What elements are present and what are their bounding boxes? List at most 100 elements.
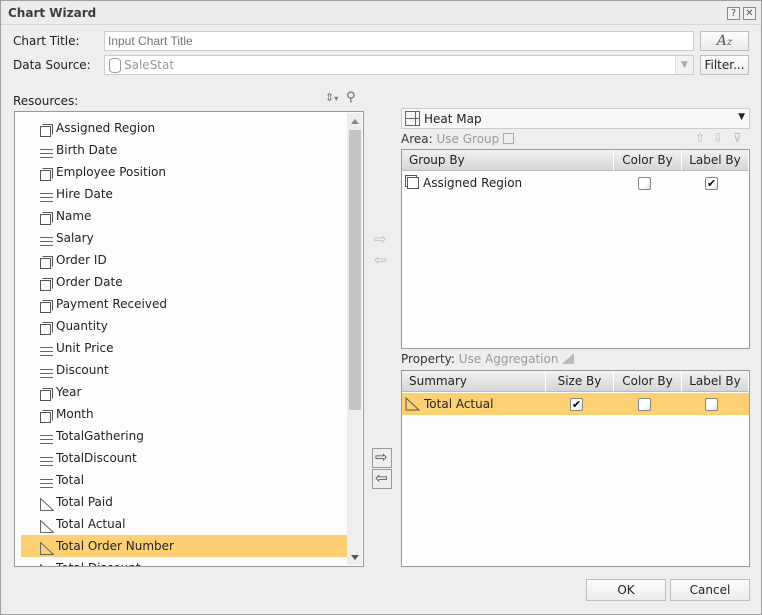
resource-item[interactable]: Total Discount (21, 557, 347, 566)
column-header-color-by[interactable]: Color By (614, 371, 682, 392)
property-label-text: Property: (401, 352, 455, 366)
resource-item[interactable]: Birth Date (21, 139, 347, 161)
resource-item-label: Payment Received (56, 297, 167, 311)
ok-button[interactable]: OK (586, 579, 666, 601)
area-label-text: Area: (401, 132, 433, 146)
group-icon (40, 210, 53, 225)
resource-item-label: Discount (56, 363, 109, 377)
resource-item[interactable]: Total Paid (21, 491, 347, 513)
area-grid[interactable]: Group By Color By Label By Assigned Regi… (401, 149, 750, 349)
aggregation-icon (40, 562, 52, 566)
group-icon (40, 254, 53, 269)
resource-item-label: Salary (56, 231, 94, 245)
aggregation-icon (562, 353, 575, 364)
detail-icon (40, 430, 53, 444)
filter-icon[interactable]: ⊽ (733, 131, 742, 145)
filter-button[interactable]: Filter... (700, 55, 749, 75)
resource-item-label: Order Date (56, 275, 123, 289)
aggregation-icon (40, 496, 55, 511)
add-to-property-button[interactable]: ⇨ (372, 448, 392, 468)
scroll-thumb[interactable] (349, 130, 361, 410)
resource-item[interactable]: Assigned Region (21, 117, 347, 139)
remove-from-property-button[interactable]: ⇦ (372, 469, 392, 489)
database-icon (109, 58, 121, 73)
resource-item[interactable]: Order ID (21, 249, 347, 271)
data-source-select[interactable]: SaleStat ▼ (104, 55, 694, 75)
chevron-down-icon: ▼ (738, 112, 745, 122)
resources-scrollbar[interactable] (347, 113, 362, 565)
chart-title-label: Chart Title: (13, 34, 80, 48)
remove-from-area-icon[interactable]: ⇦ (374, 251, 387, 269)
resource-item-label: Hire Date (56, 187, 113, 201)
resource-item[interactable]: Salary (21, 227, 347, 249)
label-by-checkbox[interactable]: ✔ (705, 177, 718, 190)
resource-item[interactable]: Hire Date (21, 183, 347, 205)
detail-icon (40, 452, 53, 466)
font-format-icon: Az (716, 33, 733, 49)
resource-item[interactable]: Total Actual (21, 513, 347, 535)
cancel-button[interactable]: Cancel (670, 579, 750, 601)
column-header-color-by[interactable]: Color By (614, 150, 682, 171)
column-header-summary[interactable]: Summary (402, 371, 546, 392)
resource-item[interactable]: TotalGathering (21, 425, 347, 447)
close-icon[interactable]: ✕ (743, 7, 756, 20)
aggregation-icon (40, 540, 55, 555)
chart-type-select[interactable]: Heat Map ▼ (401, 108, 750, 129)
property-grid[interactable]: Summary Size By Color By Label By Total … (401, 370, 750, 567)
resource-item[interactable]: TotalDiscount (21, 447, 347, 469)
group-icon (407, 177, 419, 189)
detail-icon (40, 144, 53, 158)
resource-item[interactable]: Month (21, 403, 347, 425)
group-icon (40, 122, 53, 137)
resource-item-label: TotalDiscount (56, 451, 137, 465)
chart-type-value: Heat Map (424, 112, 482, 126)
dialog-title: Chart Wizard (8, 6, 97, 20)
resources-list[interactable]: Assigned Region Birth Date Employee Positi… (14, 111, 364, 567)
help-icon[interactable]: ? (727, 7, 740, 20)
arrow-left-icon: ⇦ (375, 469, 388, 487)
resource-item-label: Birth Date (56, 143, 118, 157)
resource-item-label: Name (56, 209, 92, 223)
resource-item[interactable]: Quantity (21, 315, 347, 337)
aggregation-icon (40, 518, 55, 533)
resource-item-label: Assigned Region (56, 121, 156, 135)
resource-item[interactable]: Discount (21, 359, 347, 381)
chart-wizard-dialog: Chart Wizard ? ✕ Chart Title: Az Data So… (0, 0, 762, 615)
scroll-up-icon[interactable] (351, 119, 359, 124)
move-down-icon[interactable]: ⇩ (713, 131, 723, 145)
resource-item-label: Year (56, 385, 82, 399)
resource-item[interactable]: Payment Received (21, 293, 347, 315)
detail-icon (40, 342, 53, 356)
data-source-label: Data Source: (13, 58, 91, 72)
column-header-group-by[interactable]: Group By (402, 150, 614, 171)
group-icon (503, 133, 515, 144)
resource-item[interactable]: Unit Price (21, 337, 347, 359)
chart-title-input[interactable] (104, 31, 694, 51)
column-header-label-by[interactable]: Label By (682, 150, 749, 171)
move-up-icon[interactable]: ⇧ (695, 131, 705, 145)
color-by-checkbox[interactable] (638, 398, 651, 411)
sort-icon[interactable]: ⇕▾ (325, 91, 338, 104)
resource-item-label: Total Paid (56, 495, 113, 509)
property-row[interactable]: Total Actual ✔ (402, 393, 749, 415)
column-header-label-by[interactable]: Label By (682, 371, 749, 392)
resource-item[interactable]: Total (21, 469, 347, 491)
resources-label: Resources: (13, 94, 79, 108)
resource-item[interactable]: Name (21, 205, 347, 227)
resource-item[interactable]: Total Order Number (21, 535, 347, 557)
resource-item[interactable]: Order Date (21, 271, 347, 293)
label-by-checkbox[interactable] (705, 398, 718, 411)
detail-icon (40, 232, 53, 246)
color-by-checkbox[interactable] (638, 177, 651, 190)
scroll-down-icon[interactable] (351, 555, 359, 560)
area-row[interactable]: Assigned Region ✔ (402, 172, 749, 194)
column-header-size-by[interactable]: Size By (546, 371, 614, 392)
add-to-area-icon[interactable]: ⇨ (374, 230, 387, 248)
search-icon[interactable]: ⚲ (346, 90, 356, 105)
font-format-button[interactable]: Az (700, 31, 749, 51)
property-row-label: Total Actual (424, 397, 494, 411)
resource-item[interactable]: Employee Position (21, 161, 347, 183)
resource-item[interactable]: Year (21, 381, 347, 403)
size-by-checkbox[interactable]: ✔ (570, 398, 583, 411)
detail-icon (40, 364, 53, 378)
